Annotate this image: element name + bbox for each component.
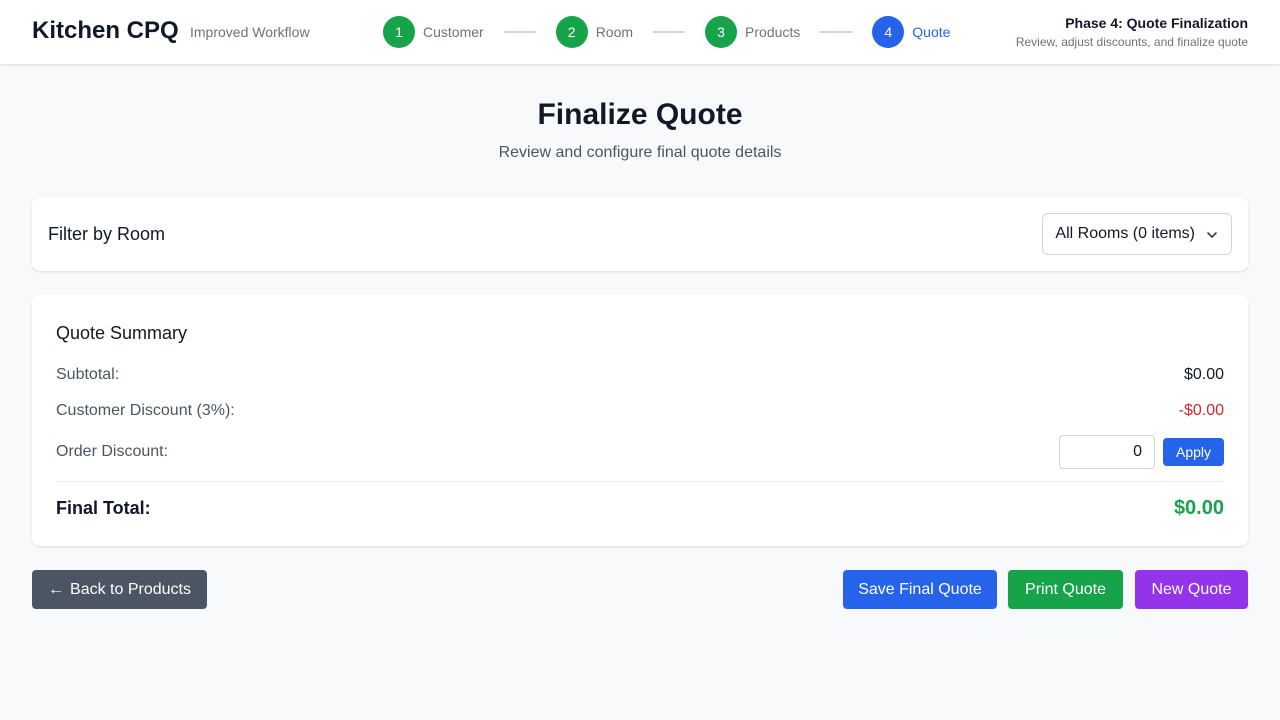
order-discount-label: Order Discount: (56, 443, 169, 460)
apply-discount-button[interactable]: Apply (1163, 438, 1224, 466)
top-header: Kitchen CPQ Improved Workflow 1 Customer… (0, 0, 1280, 65)
step-quote[interactable]: 4 Quote (872, 16, 950, 48)
room-select-value: All Rooms (0 items) (1055, 225, 1195, 242)
back-button-label: Back to Products (70, 580, 191, 598)
step-connector (653, 31, 686, 33)
step-products[interactable]: 3 Products (705, 16, 800, 48)
step-room[interactable]: 2 Room (555, 16, 634, 48)
divider (56, 481, 1224, 482)
step-customer[interactable]: 1 Customer (383, 16, 484, 48)
arrow-left-icon: ← (48, 580, 65, 598)
room-filter-card: Filter by Room All Rooms (0 items) (32, 197, 1248, 271)
step-connector (503, 31, 536, 33)
step-label: Quote (912, 24, 951, 40)
step-connector (820, 31, 853, 33)
chevron-down-icon (1207, 232, 1217, 238)
phase-info: Phase 4: Quote Finalization Review, adju… (1016, 15, 1248, 49)
final-total-value: $0.00 (1173, 497, 1224, 519)
room-select[interactable]: All Rooms (0 items) (1042, 213, 1232, 255)
subtotal-label: Subtotal: (56, 366, 120, 383)
summary-title: Quote Summary (56, 323, 188, 343)
page-subtitle: Review and configure final quote details (498, 144, 782, 161)
phase-subtitle: Review, adjust discounts, and finalize q… (1015, 35, 1248, 49)
filter-label: Filter by Room (48, 224, 166, 244)
step-number: 4 (872, 16, 905, 48)
back-to-products-button[interactable]: ← Back to Products (32, 570, 207, 609)
step-number: 3 (705, 16, 738, 48)
step-label: Products (745, 24, 801, 40)
step-label: Customer (423, 24, 484, 40)
app-subtitle: Improved Workflow (190, 24, 310, 40)
print-quote-button[interactable]: Print Quote (1008, 570, 1123, 609)
customer-discount-value: -$0.00 (1178, 402, 1224, 419)
page-title: Finalize Quote (537, 98, 743, 131)
app-brand: Kitchen CPQ (32, 17, 179, 44)
save-final-quote-button[interactable]: Save Final Quote (843, 570, 997, 609)
final-total-label: Final Total: (56, 498, 151, 518)
step-number: 1 (383, 16, 415, 48)
customer-discount-label: Customer Discount (3%): (56, 402, 235, 419)
phase-title: Phase 4: Quote Finalization (1065, 15, 1248, 31)
progress-stepper: 1 Customer 2 Room 3 Products 4 Quote (383, 16, 950, 48)
order-discount-input[interactable] (1059, 435, 1155, 469)
new-quote-button[interactable]: New Quote (1135, 570, 1248, 609)
step-number: 2 (555, 16, 588, 48)
quote-summary-card: Quote Summary Subtotal: $0.00 Customer D… (32, 295, 1248, 546)
step-label: Room (595, 24, 634, 40)
subtotal-value: $0.00 (1183, 366, 1224, 383)
